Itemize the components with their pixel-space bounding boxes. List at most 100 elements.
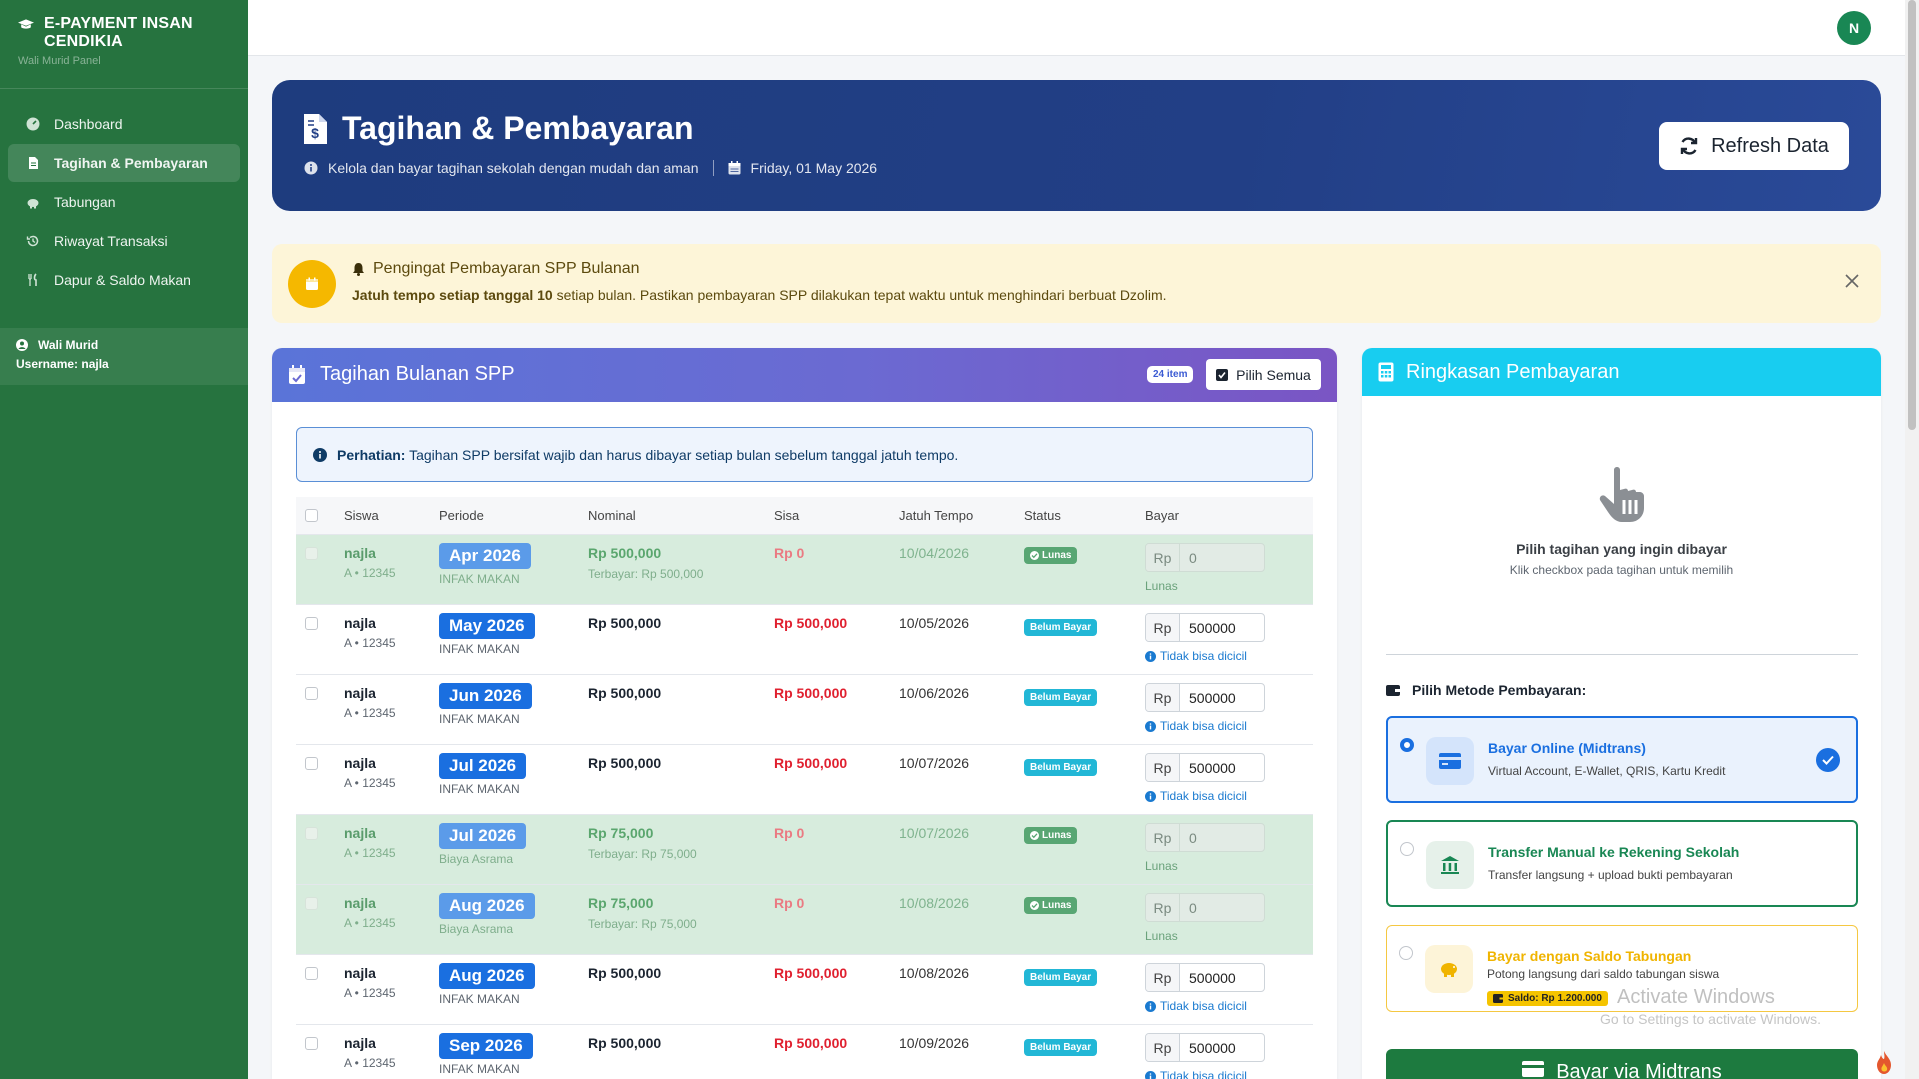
checkbox-checked-icon [1216, 368, 1229, 381]
pay-amount-input[interactable]: Rp 500000 [1145, 683, 1265, 712]
pay-amount-value[interactable]: 500000 [1180, 614, 1264, 641]
method-midtrans[interactable]: Bayar Online (Midtrans) Virtual Account,… [1386, 716, 1858, 803]
status-badge: Belum Bayar [1024, 619, 1098, 636]
check-circle-icon [1030, 901, 1039, 910]
refresh-data-button[interactable]: Refresh Data [1659, 122, 1849, 170]
user-username: Username: najla [16, 357, 109, 371]
remaining-amount: Rp 500,000 [774, 755, 848, 771]
header-checkbox[interactable] [305, 509, 318, 522]
graduation-cap-icon [18, 19, 34, 29]
pay-amount-input: Rp 0 [1145, 893, 1265, 922]
wallet-icon [1386, 685, 1400, 696]
sidebar-item-riwayat[interactable]: Riwayat Transaksi [8, 222, 240, 260]
period-badge: Jul 2026 [439, 753, 527, 779]
remaining-amount: Rp 500,000 [774, 965, 848, 981]
method-transfer-manual[interactable]: Transfer Manual ke Rekening Sekolah Tran… [1386, 820, 1858, 907]
info-circle-icon [1145, 1000, 1156, 1012]
pay-midtrans-button[interactable]: Bayar via Midtrans [1386, 1049, 1858, 1079]
student-nis: A • 12345 [344, 636, 396, 650]
current-date: Friday, 01 May 2026 [750, 160, 878, 176]
row-checkbox[interactable] [305, 687, 318, 700]
scrollbar-thumb[interactable] [1908, 0, 1916, 430]
status-badge: Lunas [1024, 547, 1078, 564]
due-date: 10/09/2026 [899, 1035, 970, 1051]
sidebar-item-dashboard[interactable]: Dashboard [8, 105, 240, 143]
row-checkbox[interactable] [305, 757, 318, 770]
user-panel: Wali Murid Username: najla [0, 328, 248, 385]
due-date: 10/08/2026 [899, 965, 970, 981]
row-checkbox[interactable] [305, 897, 318, 910]
row-checkbox[interactable] [305, 547, 318, 560]
flame-icon[interactable] [1874, 1050, 1894, 1075]
period-badge: Sep 2026 [439, 1033, 533, 1059]
status-badge: Lunas [1024, 827, 1078, 844]
currency-prefix: Rp [1146, 964, 1180, 991]
nominal-amount: Rp 75,000 [588, 895, 654, 911]
pay-amount-input[interactable]: Rp 500000 [1145, 1033, 1265, 1062]
student-name: najla [344, 545, 376, 561]
pay-amount-input[interactable]: Rp 500000 [1145, 753, 1265, 782]
col-jatuh-tempo: Jatuh Tempo [899, 508, 974, 523]
avatar[interactable]: N [1837, 11, 1871, 45]
student-nis: A • 12345 [344, 1056, 396, 1070]
pay-amount-value[interactable]: 500000 [1180, 1034, 1264, 1061]
check-circle-icon [1816, 748, 1840, 772]
status-text: Belum Bayar [1030, 1042, 1092, 1053]
period-badge: May 2026 [439, 613, 535, 639]
radio-midtrans[interactable] [1400, 738, 1414, 752]
sidebar-item-tabungan[interactable]: Tabungan [8, 183, 240, 221]
pay-amount-value[interactable]: 500000 [1180, 964, 1264, 991]
radio-saldo[interactable] [1399, 946, 1413, 960]
notice-box: Perhatian: Tagihan SPP bersifat wajib da… [296, 427, 1313, 482]
student-name: najla [344, 1035, 376, 1051]
pay-button-label: Bayar via Midtrans [1556, 1061, 1722, 1079]
info-circle-icon [313, 447, 327, 462]
close-icon[interactable] [1843, 272, 1861, 290]
paid-amount: Terbayar: Rp 75,000 [588, 917, 697, 931]
brand-title: E-PAYMENT INSAN CENDIKIA [44, 15, 193, 50]
nominal-amount: Rp 500,000 [588, 615, 662, 631]
sidebar-item-dapur[interactable]: Dapur & Saldo Makan [8, 261, 240, 299]
table-row: najla A • 12345 Jul 2026 Biaya Asrama Rp 75,… [296, 815, 1313, 885]
student-nis: A • 12345 [344, 846, 396, 860]
bank-icon [1426, 841, 1474, 889]
method-subtitle: Transfer langsung + upload bukti pembaya… [1488, 868, 1733, 882]
check-circle-icon [1030, 831, 1039, 840]
period-badge: Aug 2026 [439, 893, 535, 919]
sidebar-item-tagihan[interactable]: Tagihan & Pembayaran [8, 144, 240, 182]
status-badge: Belum Bayar [1024, 689, 1098, 706]
info-icon [304, 161, 318, 175]
select-all-label: Pilih Semua [1236, 366, 1311, 383]
calendar-badge-icon [288, 260, 336, 308]
row-checkbox[interactable] [305, 1037, 318, 1050]
method-title: Transfer Manual ke Rekening Sekolah [1488, 844, 1740, 860]
bill-type: Biaya Asrama [439, 852, 514, 866]
table-row: najla A • 12345 Jul 2026 INFAK MAKAN Rp 500,… [296, 745, 1313, 815]
status-text: Belum Bayar [1030, 972, 1092, 983]
info-circle-icon [1145, 790, 1156, 802]
sidebar-item-label: Dashboard [54, 116, 123, 132]
pay-amount-value[interactable]: 500000 [1180, 684, 1264, 711]
sidebar-item-label: Tagihan & Pembayaran [54, 155, 208, 171]
user-role: Wali Murid [38, 338, 99, 352]
radio-transfer[interactable] [1400, 842, 1414, 856]
page-scrollbar[interactable] [1905, 0, 1919, 1079]
sidebar-item-label: Riwayat Transaksi [54, 233, 168, 249]
pay-amount-input[interactable]: Rp 500000 [1145, 613, 1265, 642]
payment-method-title: Pilih Metode Pembayaran: [1412, 682, 1587, 698]
row-checkbox[interactable] [305, 827, 318, 840]
row-checkbox[interactable] [305, 967, 318, 980]
bill-type: INFAK MAKAN [439, 992, 520, 1006]
pay-amount-input[interactable]: Rp 500000 [1145, 963, 1265, 992]
row-checkbox[interactable] [305, 617, 318, 630]
notice-body: Tagihan SPP bersifat wajib dan harus dib… [409, 446, 959, 463]
table-row: najla A • 12345 Aug 2026 Biaya Asrama Rp 75,… [296, 885, 1313, 955]
spp-reminder-alert: Pengingat Pembayaran SPP Bulanan Jatuh t… [272, 244, 1881, 323]
student-nis: A • 12345 [344, 776, 396, 790]
currency-prefix: Rp [1146, 684, 1180, 711]
pay-amount-value[interactable]: 500000 [1180, 754, 1264, 781]
bill-type: INFAK MAKAN [439, 1062, 520, 1076]
calendar-check-icon [289, 364, 305, 384]
select-all-button[interactable]: Pilih Semua [1206, 359, 1321, 390]
alert-text-bold: Jatuh tempo setiap tanggal 10 [352, 287, 553, 303]
